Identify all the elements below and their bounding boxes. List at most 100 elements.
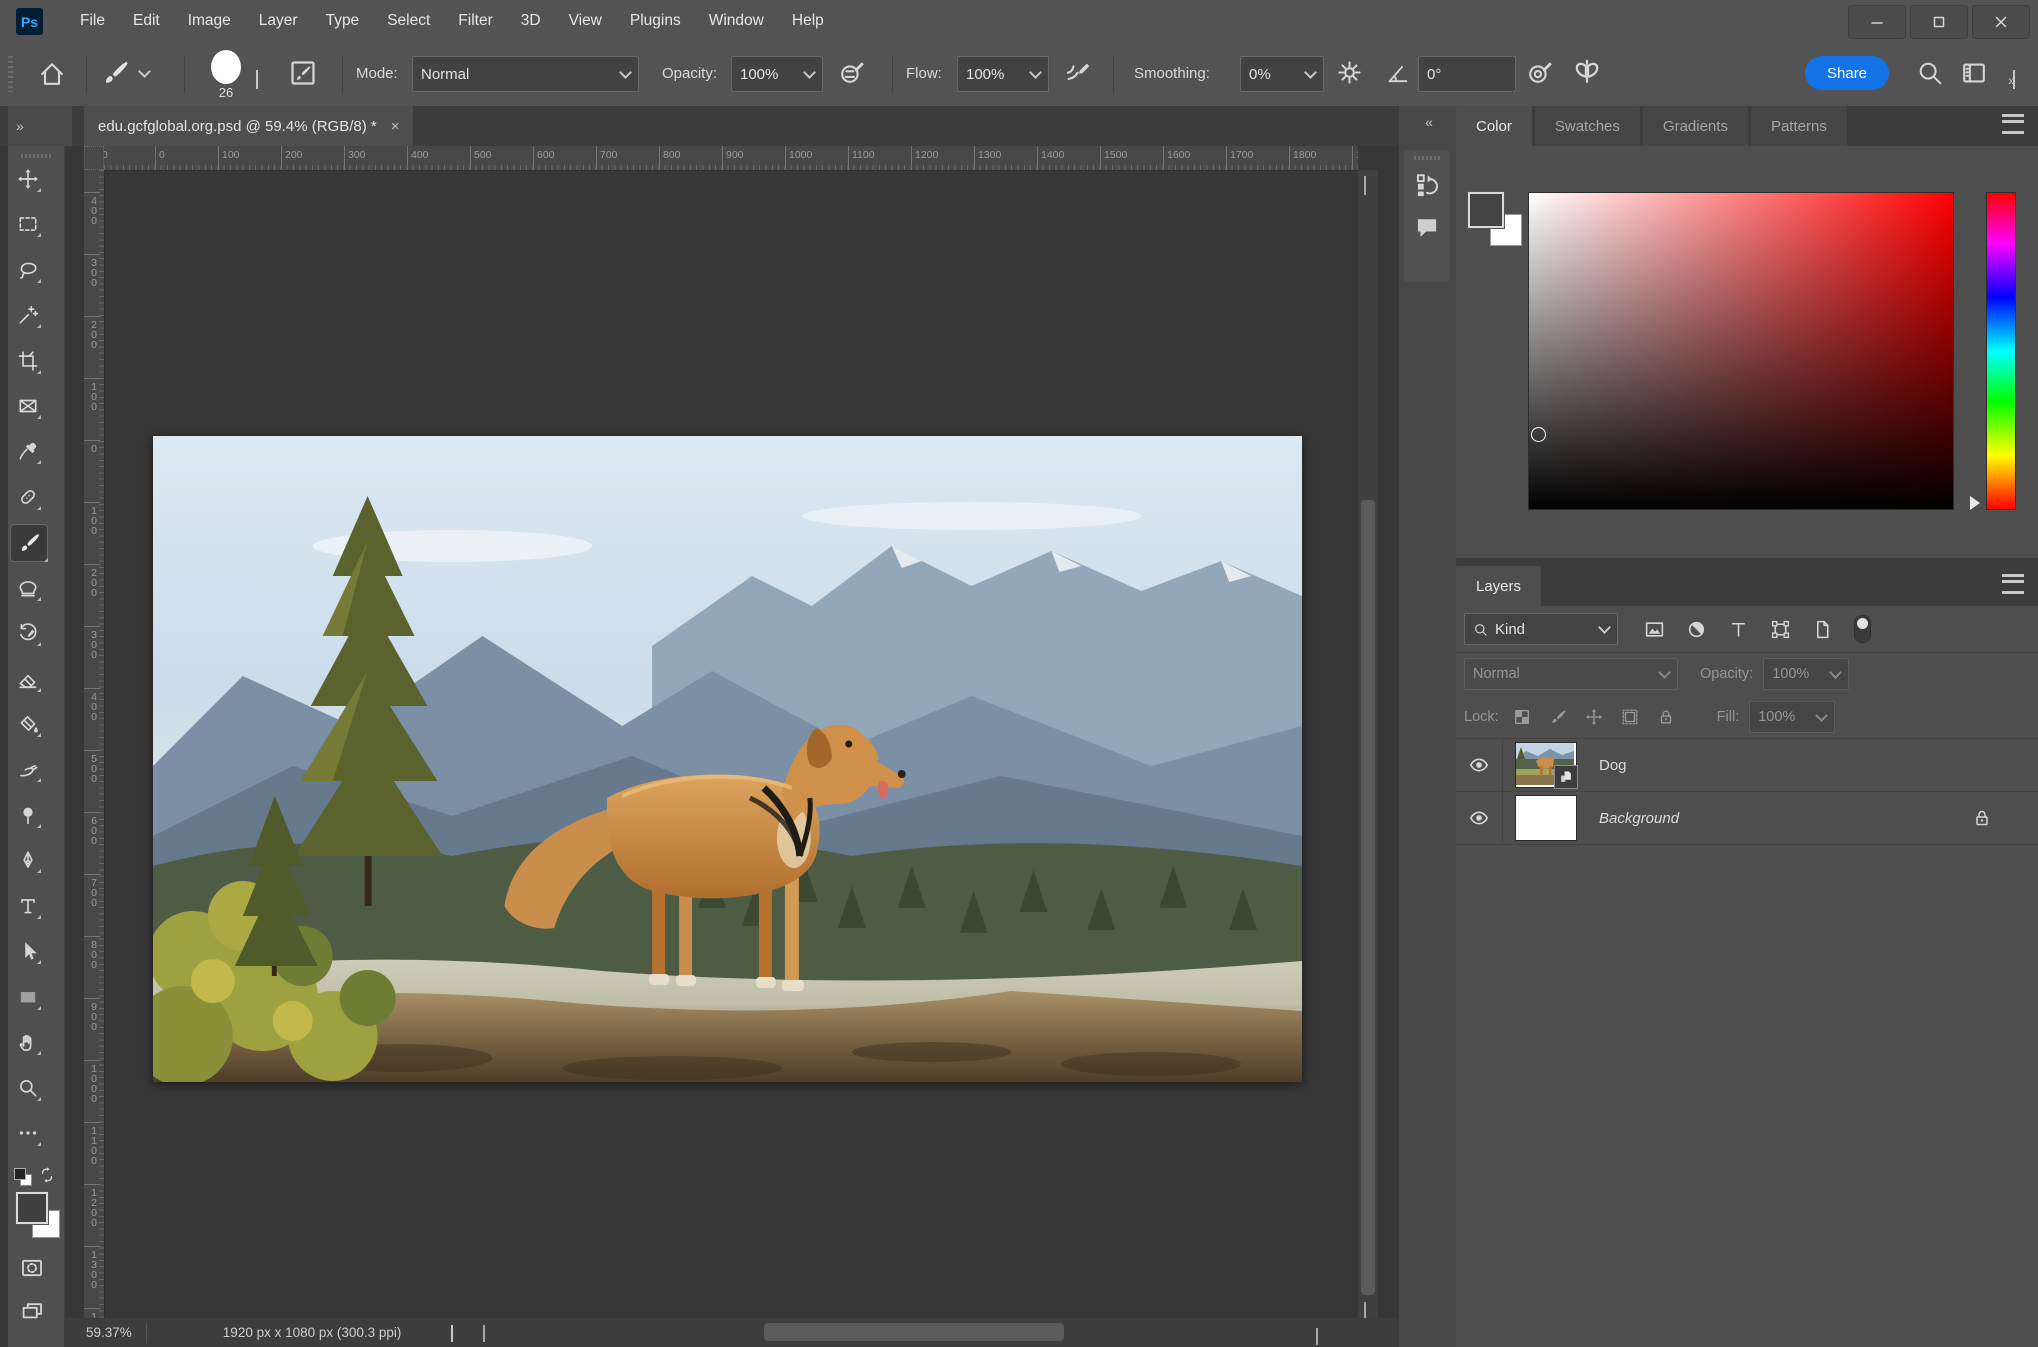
tab-layers[interactable]: Layers (1456, 566, 1542, 606)
close-button[interactable] (1972, 5, 2030, 39)
swap-colors-icon[interactable] (38, 1166, 56, 1184)
menu-item[interactable]: Layer (245, 0, 312, 42)
tool-preset-picker[interactable] (100, 58, 151, 88)
menu-item[interactable]: Select (373, 0, 444, 42)
foreground-color-swatch[interactable] (1467, 191, 1505, 229)
tool-rectangle[interactable] (16, 985, 41, 1010)
filter-pixel-layers-icon[interactable] (1644, 619, 1665, 640)
filter-shape-layers-icon[interactable] (1770, 619, 1791, 640)
layer-name[interactable]: Dog (1599, 757, 1627, 774)
tool-eyedropper[interactable] (16, 439, 41, 464)
toggle-brush-settings-button[interactable] (288, 58, 318, 88)
layer-thumbnail[interactable] (1515, 795, 1577, 841)
close-document-icon[interactable]: × (391, 118, 400, 135)
tool-lasso[interactable] (16, 258, 41, 283)
tool-path-selection[interactable] (16, 939, 41, 964)
maximize-button[interactable] (1910, 5, 1968, 39)
search-icon[interactable] (1916, 59, 1943, 86)
workspace-switcher-icon[interactable] (1960, 59, 1988, 87)
tablet-pressure-size-button[interactable] (1526, 58, 1554, 86)
opacity-dropdown[interactable]: 100% (731, 56, 823, 92)
foreground-color-swatch[interactable] (15, 1191, 49, 1225)
lock-all-icon[interactable] (1657, 708, 1675, 726)
tool-rectangular-marquee[interactable] (16, 212, 41, 237)
blend-mode-dropdown[interactable]: Normal (1464, 658, 1678, 690)
hue-slider[interactable] (1986, 192, 2016, 510)
filter-type-layers-icon[interactable] (1728, 619, 1749, 640)
tool-frame[interactable] (16, 394, 41, 419)
scroll-up-arrow-icon[interactable] (1364, 176, 1366, 195)
smoothing-options-gear-icon[interactable] (1336, 59, 1363, 86)
layer-visibility-toggle[interactable] (1456, 739, 1503, 791)
layer-visibility-toggle[interactable] (1456, 792, 1503, 844)
saturation-brightness-field[interactable] (1528, 192, 1954, 510)
airbrush-button[interactable] (1063, 58, 1091, 86)
vertical-ruler[interactable]: 400 300 200 100 0 100 200 300 400 500 600 700 800 900… (84, 170, 105, 1318)
ruler-origin[interactable] (84, 146, 104, 170)
collapse-panels-chevron-icon[interactable]: » (2008, 72, 2016, 88)
default-colors-icon[interactable] (14, 1168, 32, 1186)
history-panel-icon[interactable] (1404, 172, 1450, 198)
filter-adjustment-layers-icon[interactable] (1686, 619, 1707, 640)
tool-dodge[interactable] (16, 803, 41, 828)
layers-panel-menu-icon[interactable] (2002, 574, 2024, 594)
document-tab[interactable]: edu.gcfglobal.org.psd @ 59.4% (RGB/8) * … (84, 106, 414, 146)
tool-eraser[interactable] (16, 667, 41, 692)
layer-name[interactable]: Background (1599, 810, 1679, 827)
edit-toolbar-ellipsis-icon[interactable] (16, 1121, 41, 1146)
tool-type[interactable] (16, 894, 41, 919)
expand-toolbar-chevron-icon[interactable]: » (16, 118, 24, 134)
horizontal-ruler[interactable]: 0001002003004005006007008009001000110012… (104, 146, 1358, 171)
collapse-panels-chevron-icon[interactable]: « (1425, 114, 1433, 130)
flow-dropdown[interactable]: 100% (957, 56, 1049, 92)
layer-filtering-toggle[interactable] (1854, 615, 1871, 643)
menu-item[interactable]: Plugins (616, 0, 695, 42)
comments-panel-icon[interactable] (1404, 214, 1450, 240)
scroll-left-arrow-icon[interactable] (483, 1325, 486, 1342)
layer-row-dog[interactable]: Dog (1456, 739, 2038, 792)
tool-zoom[interactable] (16, 1076, 41, 1101)
status-chevron-icon[interactable] (451, 1325, 454, 1342)
menu-item[interactable]: Window (695, 0, 778, 42)
vertical-scrollbar-thumb[interactable] (1361, 500, 1375, 1295)
quick-mask-button[interactable] (20, 1256, 44, 1280)
menu-item[interactable]: Filter (444, 0, 506, 42)
toolbar-grip[interactable] (21, 154, 51, 158)
vertical-scrollbar[interactable] (1358, 170, 1378, 1321)
tab-color[interactable]: Color (1456, 106, 1532, 146)
horizontal-scrollbar-thumb[interactable] (764, 1323, 1064, 1341)
layer-filter-kind-dropdown[interactable]: Kind (1464, 613, 1618, 645)
options-bar-grip[interactable] (8, 56, 13, 92)
tab-patterns[interactable]: Patterns (1750, 106, 1847, 146)
canvas-image[interactable] (153, 436, 1302, 1082)
color-panel-menu-icon[interactable] (2002, 114, 2024, 134)
lock-artboard-icon[interactable] (1621, 708, 1639, 726)
lock-position-icon[interactable] (1585, 708, 1603, 726)
mode-dropdown[interactable]: Normal (412, 56, 639, 92)
menu-item[interactable]: 3D (507, 0, 555, 42)
tool-hand[interactable] (16, 1030, 41, 1055)
tool-paint-bucket[interactable] (16, 712, 41, 737)
screen-mode-button[interactable] (20, 1300, 44, 1324)
lock-pixels-icon[interactable] (1549, 708, 1567, 726)
minimize-button[interactable] (1848, 5, 1906, 39)
chevron-down-icon[interactable] (256, 70, 258, 89)
tool-smudge[interactable] (16, 757, 41, 782)
tool-move[interactable] (16, 167, 41, 192)
zoom-level-field[interactable]: 59.37% (64, 1325, 146, 1340)
tool-crop[interactable] (16, 349, 41, 374)
tool-object-selection[interactable] (16, 303, 41, 328)
menu-item[interactable]: Edit (119, 0, 174, 42)
tool-brush[interactable] (10, 524, 48, 562)
layer-row-background[interactable]: Background (1456, 792, 2038, 845)
fill-dropdown[interactable]: 100% (1749, 701, 1836, 733)
tool-history-brush[interactable] (16, 621, 41, 646)
menu-item[interactable]: Type (312, 0, 374, 42)
menu-item[interactable]: Image (174, 0, 245, 42)
filter-smart-objects-icon[interactable] (1812, 619, 1833, 640)
tab-gradients[interactable]: Gradients (1642, 106, 1748, 146)
home-button[interactable] (38, 60, 66, 88)
share-button[interactable]: Share (1805, 56, 1890, 90)
tab-swatches[interactable]: Swatches (1534, 106, 1640, 146)
brush-size-picker[interactable]: 26 (204, 50, 248, 100)
